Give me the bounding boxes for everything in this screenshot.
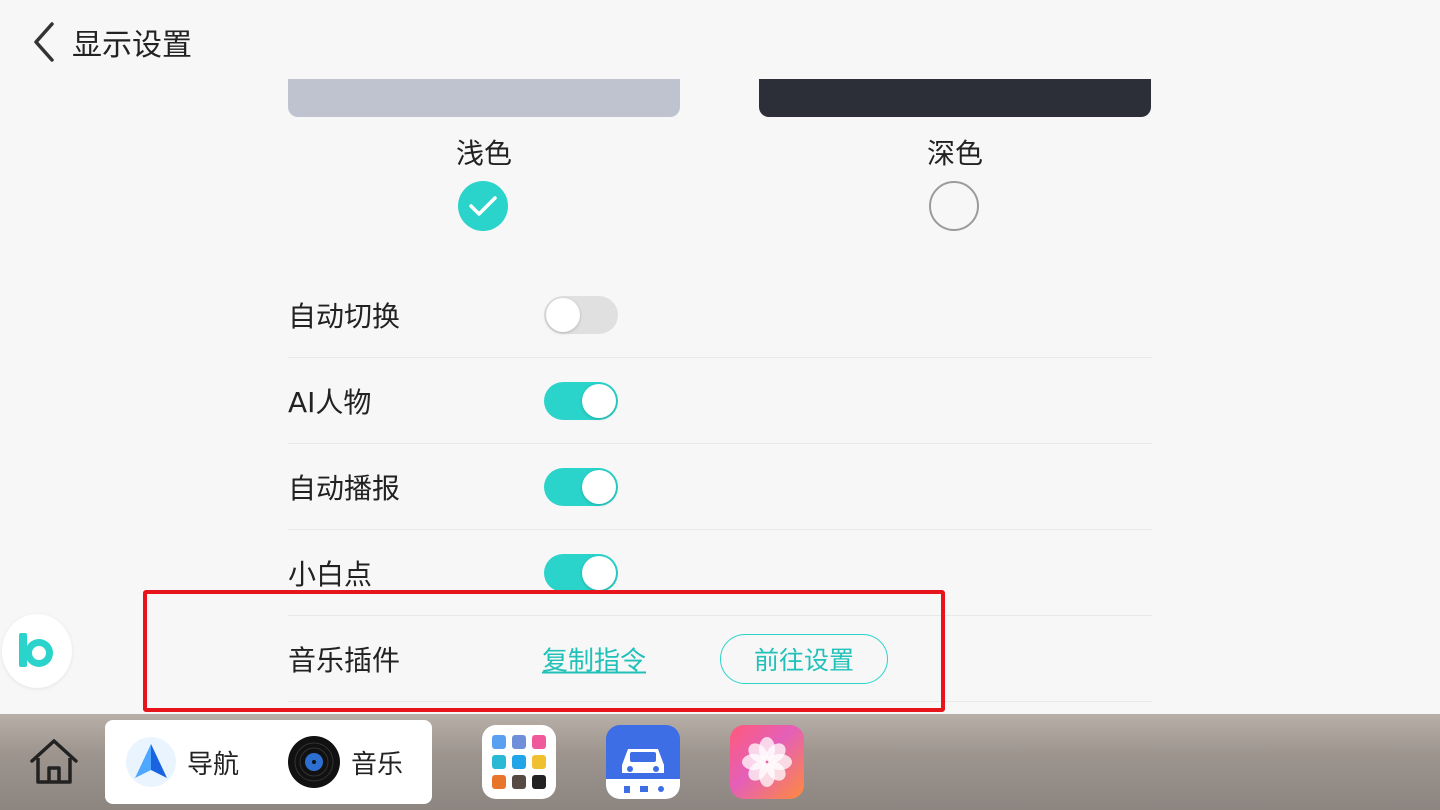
copy-command-link[interactable]: 复制指令 [542,640,646,677]
photos-app-icon[interactable] [730,725,804,799]
light-theme-label: 浅色 [455,137,512,170]
light-theme-preview[interactable] [288,79,680,117]
setting-label: 自动播报 [288,471,401,505]
setting-row-auto-broadcast: 自动播报 [288,444,1152,530]
setting-label: 自动切换 [288,299,401,333]
media-nav-card: 导航 音乐 [105,720,432,804]
setting-row-small-dot: 小白点 [288,530,1152,616]
navigation-arrow-icon [126,737,176,787]
ai-character-toggle[interactable] [544,381,618,420]
vinyl-record-icon [288,736,340,788]
bottom-dock: 导航 音乐 [0,714,1440,810]
toggle-knob [546,297,580,332]
toggle-knob [582,383,616,418]
back-arrow-icon[interactable] [30,20,62,64]
music-label: 音乐 [351,749,404,780]
auto-switch-toggle[interactable] [544,295,618,334]
navigation-shortcut[interactable]: 导航 [125,720,239,804]
auto-broadcast-toggle[interactable] [544,467,618,506]
setting-row-auto-switch: 自动切换 [288,272,1152,358]
setting-row-ai-character: AI人物 [288,358,1152,444]
car-app-icon[interactable] [606,725,680,799]
floating-assistant-button[interactable] [2,614,72,688]
app-grid-icon[interactable] [482,725,556,799]
setting-label: 小白点 [288,557,373,591]
music-shortcut[interactable]: 音乐 [287,720,403,804]
setting-label: AI人物 [288,385,372,419]
setting-row-music-plugin: 音乐插件 复制指令 前往设置 [288,616,1152,702]
toggle-knob [582,555,616,590]
setting-label: 音乐插件 [288,643,401,677]
dark-theme-preview[interactable] [759,79,1151,117]
header: 显示设置 [30,20,192,64]
dark-theme-label: 深色 [926,137,983,170]
goto-settings-button[interactable]: 前往设置 [720,633,888,684]
assistant-logo-icon [19,633,53,667]
checkmark-icon [469,196,497,216]
toggle-knob [582,469,616,504]
page-title: 显示设置 [72,28,192,63]
light-theme-radio[interactable] [458,181,508,231]
small-dot-toggle[interactable] [544,553,618,592]
dark-theme-radio[interactable] [929,181,979,231]
home-icon[interactable] [26,734,82,790]
navigation-label: 导航 [187,749,240,780]
